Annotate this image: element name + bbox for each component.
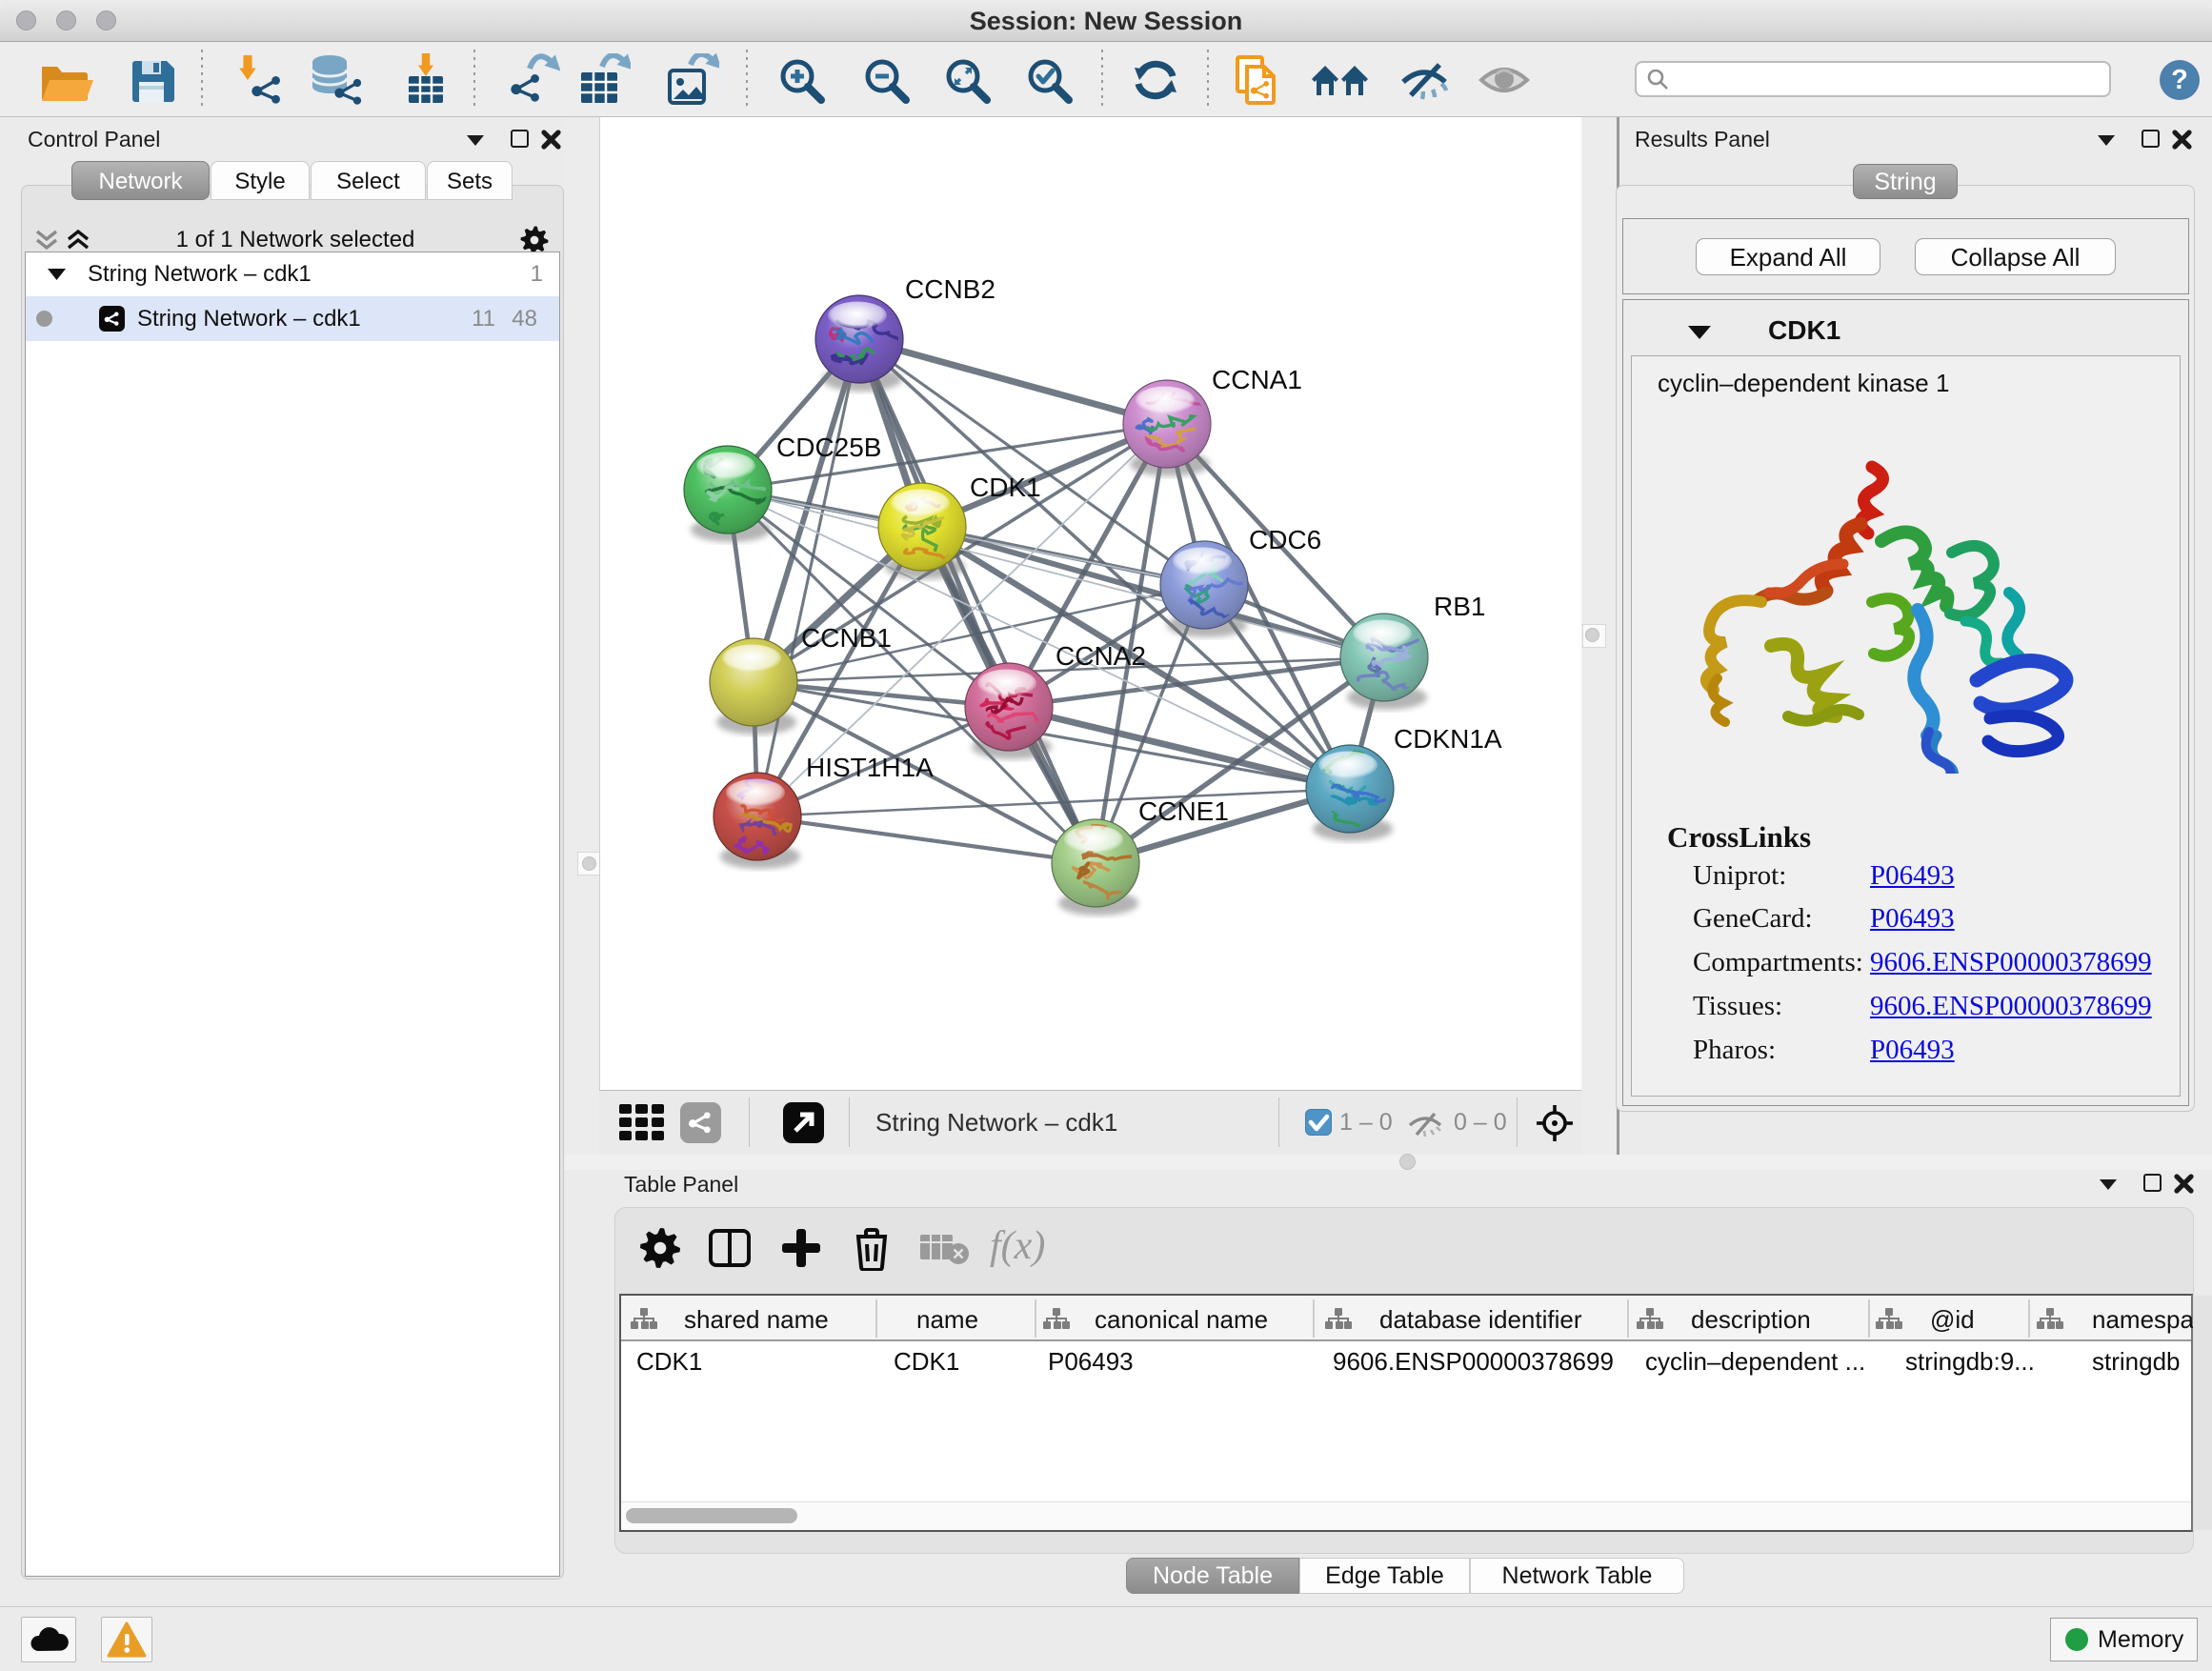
- svg-text:CDC6: CDC6: [1249, 525, 1321, 554]
- svg-text:RB1: RB1: [1434, 592, 1485, 621]
- svg-text:CDK1: CDK1: [970, 473, 1041, 502]
- svg-text:HIST1H1A: HIST1H1A: [806, 753, 934, 782]
- svg-text:CCNB2: CCNB2: [905, 274, 995, 304]
- svg-text:CCNA1: CCNA1: [1212, 365, 1302, 394]
- svg-text:CCNE1: CCNE1: [1138, 796, 1229, 826]
- svg-text:CCNA2: CCNA2: [1056, 641, 1146, 671]
- svg-text:CDC25B: CDC25B: [776, 433, 881, 462]
- svg-text:CCNB1: CCNB1: [801, 623, 892, 653]
- svg-text:CDKN1A: CDKN1A: [1394, 724, 1502, 754]
